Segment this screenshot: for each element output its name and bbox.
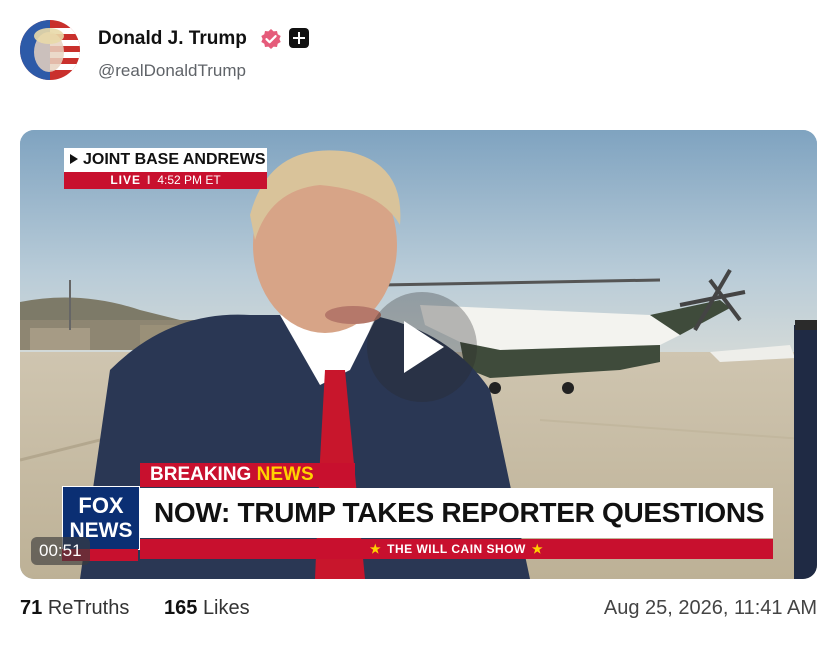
triangle-right-icon	[70, 154, 78, 164]
live-label: LIVE	[110, 173, 141, 187]
verified-badge-icon	[260, 28, 282, 50]
news-headline: NOW: TRUMP TAKES REPORTER QUESTIONS	[140, 488, 773, 538]
location-banner: JOINT BASE ANDREWS LIVE I 4:52 PM ET	[64, 148, 267, 189]
video-player[interactable]: JOINT BASE ANDREWS LIVE I 4:52 PM ET BREAK…	[20, 130, 817, 579]
author-display-name[interactable]: Donald J. Trump	[98, 28, 247, 50]
play-button[interactable]	[367, 292, 477, 402]
author-handle[interactable]: @realDonaldTrump	[98, 61, 246, 81]
retruths-label: ReTruths	[47, 597, 130, 619]
breaking-news-label: NEWS	[256, 464, 314, 485]
author-avatar[interactable]	[20, 20, 80, 80]
breaking-news-tag: BREAKING NEWS	[140, 463, 355, 487]
show-name: THE WILL CAIN SHOW	[387, 542, 526, 556]
post-header: Donald J. Trump @realDonaldTrump	[20, 20, 820, 82]
play-icon	[404, 321, 444, 373]
retruths-count: 71	[20, 597, 43, 619]
video-duration: 00:51	[31, 537, 90, 565]
fox-logo-line1: FOX	[78, 493, 124, 518]
post-timestamp[interactable]: Aug 25, 2026, 11:41 AM	[604, 597, 817, 620]
live-bar: LIVE I 4:52 PM ET	[64, 172, 267, 189]
location-title: JOINT BASE ANDREWS	[64, 148, 267, 172]
location-title-text: JOINT BASE ANDREWS	[83, 151, 266, 168]
likes-label: Likes	[202, 597, 250, 619]
show-bar: ★ THE WILL CAIN SHOW ★	[140, 539, 773, 559]
likes-count: 165	[164, 597, 198, 619]
post-footer: 71 ReTruths 165 Likes Aug 25, 2026, 11:4…	[20, 597, 817, 623]
breaking-label: BREAKING	[150, 464, 252, 485]
likes-stat[interactable]: 165 Likes	[164, 597, 250, 620]
live-time: 4:52 PM ET	[157, 173, 221, 187]
plus-badge-icon	[289, 28, 309, 48]
retruths-stat[interactable]: 71 ReTruths	[20, 597, 129, 620]
